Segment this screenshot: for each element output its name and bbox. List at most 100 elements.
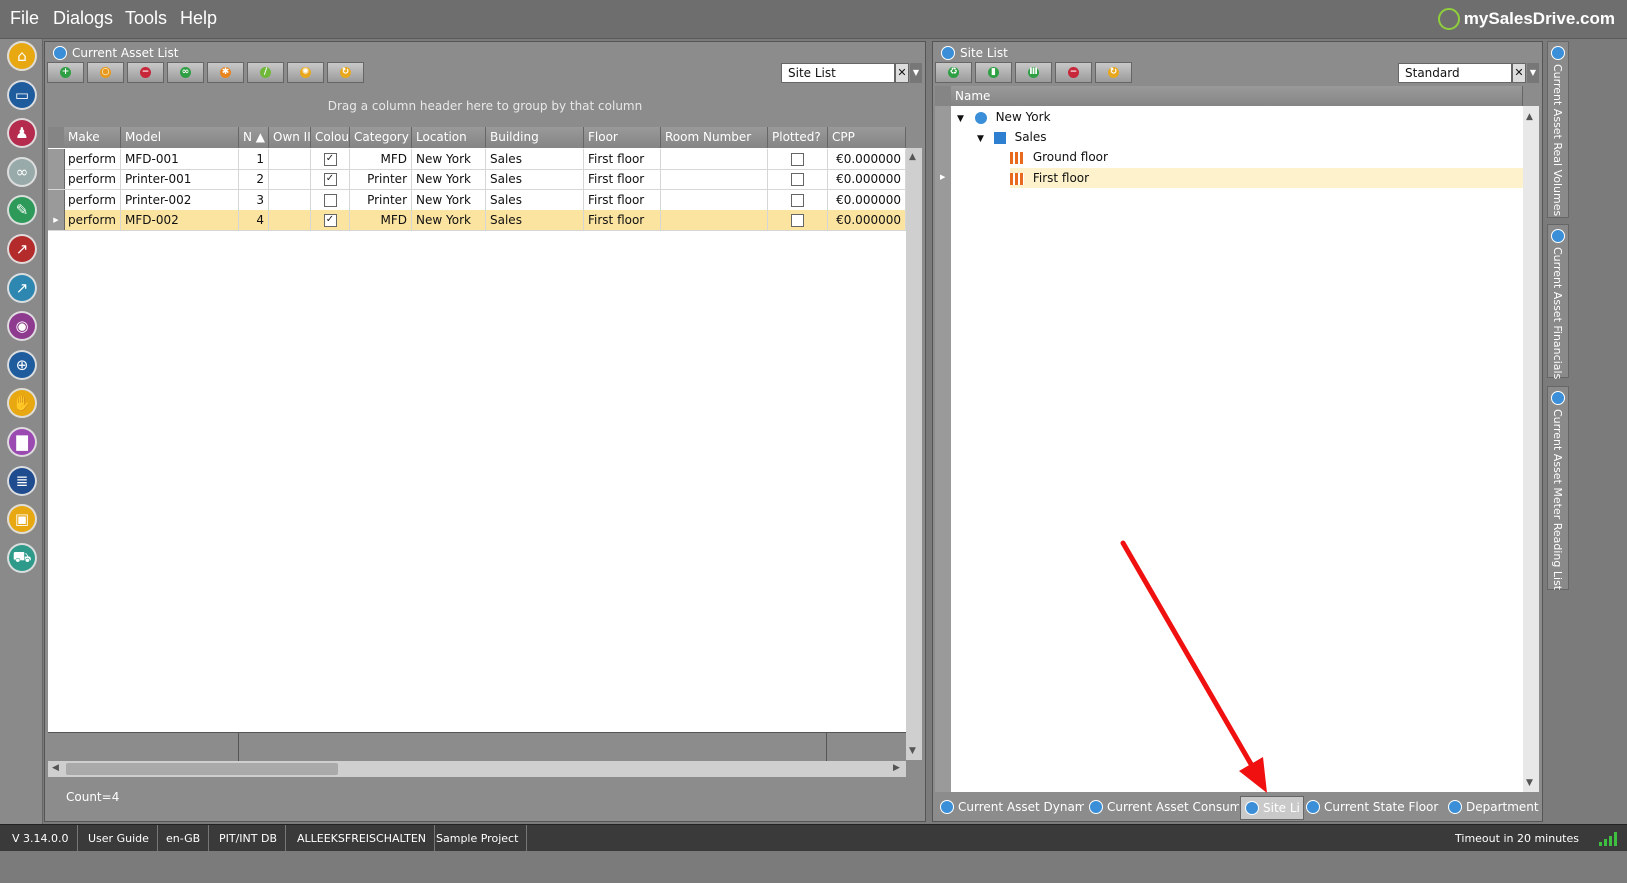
- tree-item-floor[interactable]: Ground floor: [1010, 147, 1523, 167]
- plotted-checkbox[interactable]: [791, 193, 804, 207]
- menu-tools[interactable]: Tools: [125, 8, 167, 29]
- column-header-floor[interactable]: Floor: [584, 127, 661, 148]
- column-header-location[interactable]: Location: [412, 127, 486, 148]
- chart-icon[interactable]: ↗: [7, 234, 37, 264]
- recycle-button[interactable]: ♻: [935, 62, 972, 83]
- column-header-building[interactable]: Building: [486, 127, 584, 148]
- truck-icon[interactable]: ⛟: [7, 542, 37, 573]
- eye-icon[interactable]: ◉: [7, 311, 37, 342]
- tree-column-name[interactable]: Name: [951, 86, 1523, 106]
- chevron-down-icon[interactable]: ▼: [910, 63, 922, 83]
- vertical-scrollbar[interactable]: [906, 148, 922, 760]
- document-icon[interactable]: ≣: [7, 465, 37, 496]
- tree-item-building[interactable]: ▼ Sales: [977, 127, 1523, 147]
- colour-checkbox[interactable]: ✓: [323, 153, 337, 166]
- column-header-room[interactable]: Room Number: [661, 127, 768, 148]
- scroll-icon[interactable]: ✎: [7, 195, 37, 226]
- plotted-checkbox[interactable]: [791, 153, 804, 166]
- cell-colour[interactable]: ✓: [311, 209, 350, 230]
- cell-plotted[interactable]: [768, 169, 828, 190]
- tree-vertical-scrollbar[interactable]: [1523, 106, 1539, 792]
- tree-item-location[interactable]: ▼ New York: [957, 107, 1523, 127]
- scroll-down-icon[interactable]: ▼: [1526, 778, 1533, 788]
- folder-icon[interactable]: ▭: [7, 79, 37, 110]
- row-selector[interactable]: [48, 189, 65, 210]
- clear-icon[interactable]: ✕: [1512, 63, 1526, 83]
- table-row[interactable]: perform I Printer-001 2 ✓ Printer New York Sal…: [48, 169, 906, 191]
- plotted-checkbox[interactable]: [791, 173, 804, 187]
- column-header-colour[interactable]: Colou: [311, 127, 350, 148]
- settings-button[interactable]: ✺: [287, 62, 324, 83]
- sync-button[interactable]: ↻: [1095, 62, 1132, 83]
- building-add-button[interactable]: ▮: [975, 62, 1012, 83]
- scroll-up-icon[interactable]: ▲: [1526, 112, 1533, 122]
- menu-help[interactable]: Help: [180, 8, 217, 29]
- tab-real-volumes[interactable]: Current Asset Real Volumes: [1547, 41, 1569, 218]
- star-button[interactable]: ✱: [207, 62, 244, 83]
- menu-dialogs[interactable]: Dialogs: [53, 8, 113, 29]
- cell-plotted[interactable]: [768, 189, 828, 210]
- scroll-left-icon[interactable]: ◀: [52, 763, 59, 773]
- table-row[interactable]: perform I Printer-002 3 Printer New York Sale…: [48, 189, 906, 211]
- chevron-down-icon[interactable]: ▼: [977, 134, 984, 144]
- colour-checkbox[interactable]: ✓: [323, 173, 337, 187]
- tab-bottom-5[interactable]: Department: [1444, 796, 1543, 818]
- home-icon[interactable]: ⌂: [7, 41, 37, 71]
- cell-colour[interactable]: [311, 189, 350, 210]
- cell-plotted[interactable]: [768, 149, 828, 169]
- target-icon[interactable]: ⊕: [7, 349, 37, 380]
- remove-button[interactable]: −: [127, 62, 164, 83]
- scroll-up-icon[interactable]: ▲: [909, 152, 916, 162]
- hierarchy-icon[interactable]: ♟: [7, 118, 37, 149]
- binoculars-icon[interactable]: ∞: [7, 156, 37, 187]
- add-button[interactable]: +: [47, 62, 84, 83]
- tree-item-floor-selected[interactable]: First floor: [1010, 168, 1523, 188]
- scroll-right-icon[interactable]: ▶: [893, 763, 900, 773]
- project-label[interactable]: Sample Project: [428, 825, 528, 852]
- user-guide-link[interactable]: User Guide: [80, 825, 158, 852]
- row-selector[interactable]: ▶: [48, 209, 65, 230]
- floor-add-button[interactable]: Ⅲ: [1015, 62, 1052, 83]
- colour-checkbox[interactable]: [323, 193, 337, 207]
- remove-button[interactable]: −: [1055, 62, 1092, 83]
- trend-icon[interactable]: ↗: [7, 272, 37, 303]
- link-button[interactable]: ∞: [167, 62, 204, 83]
- row-selector[interactable]: [48, 149, 65, 169]
- user-label[interactable]: ALLEEKSFREISCHALTEN: [289, 825, 436, 852]
- cell-plotted[interactable]: [768, 209, 828, 230]
- tab-bottom-2[interactable]: Current Asset Consuma: [1085, 796, 1239, 818]
- site-view-select[interactable]: Standard: [1398, 63, 1512, 83]
- column-header-own[interactable]: Own II: [269, 127, 311, 148]
- chevron-down-icon[interactable]: ▼: [1527, 63, 1539, 83]
- tab-bottom-4[interactable]: Current State Floor P: [1302, 796, 1442, 818]
- chevron-down-icon[interactable]: ▼: [957, 114, 964, 124]
- column-header-plotted[interactable]: Plotted?: [768, 127, 828, 148]
- horizontal-scroll-thumb[interactable]: [66, 763, 338, 775]
- tab-meter-reading[interactable]: Current Asset Meter Reading List: [1547, 386, 1569, 590]
- cell-colour[interactable]: ✓: [311, 169, 350, 190]
- bar-icon[interactable]: ▇: [7, 427, 37, 457]
- briefcase-icon[interactable]: ▣: [7, 504, 37, 535]
- column-header-make[interactable]: Make: [64, 127, 121, 148]
- asset-view-select[interactable]: Site List: [781, 63, 895, 83]
- database-label[interactable]: PIT/INT DB: [211, 825, 287, 852]
- column-header-n[interactable]: N ▲: [239, 127, 269, 148]
- row-selector[interactable]: [48, 169, 65, 190]
- attach-button[interactable]: /: [247, 62, 284, 83]
- colour-checkbox[interactable]: ✓: [323, 213, 337, 227]
- plotted-checkbox[interactable]: [791, 213, 804, 227]
- refresh-cycle-button[interactable]: ○: [87, 62, 124, 83]
- handshake-icon[interactable]: ✋: [7, 388, 37, 419]
- cell-colour[interactable]: ✓: [311, 149, 350, 169]
- scroll-down-icon[interactable]: ▼: [909, 746, 916, 756]
- group-by-area[interactable]: Drag a column header here to group by th…: [48, 86, 922, 126]
- table-row[interactable]: ▶ perform I MFD-002 4 ✓ MFD New York Sales First…: [48, 209, 906, 231]
- column-header-model[interactable]: Model: [121, 127, 239, 148]
- tab-financials[interactable]: Current Asset Financials: [1547, 224, 1569, 379]
- table-row[interactable]: perform I MFD-001 1 ✓ MFD New York Sales First …: [48, 149, 906, 170]
- clear-icon[interactable]: ✕: [895, 63, 909, 83]
- tab-bottom-3[interactable]: Site Li: [1240, 796, 1304, 820]
- locale-label[interactable]: en-GB: [158, 825, 210, 852]
- column-header-cpp[interactable]: CPP: [828, 127, 906, 148]
- sync-button[interactable]: ↻: [327, 62, 364, 83]
